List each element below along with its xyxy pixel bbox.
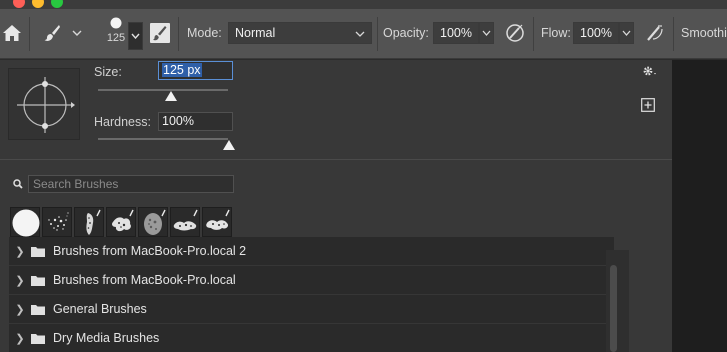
canvas-area [672,60,727,352]
size-slider-track[interactable] [98,89,228,91]
size-input[interactable]: 125 px [158,61,233,80]
folder-name: Dry Media Brushes [53,331,160,345]
chevron-right-icon[interactable]: ❯ [9,274,31,287]
toolbar-separator [377,17,378,51]
smoothing-label: Smoothi [681,26,727,40]
brush-angle-roundness-preview[interactable] [8,68,80,140]
chevron-down-icon [355,31,365,37]
hardness-input[interactable]: 100% [158,112,233,131]
new-preset-icon[interactable] [641,98,655,112]
folder-icon [31,304,45,315]
brush-preset-panel: Size: 125 px Hardness: 100% Search Brush… [0,60,672,352]
brush-size-readout: 125 [106,32,126,44]
toolbar-separator [673,17,674,51]
chevron-right-icon[interactable]: ❯ [9,303,31,316]
splatter-brush-preset-3[interactable] [202,207,232,237]
folder-icon [31,275,45,286]
list-scrollbar-thumb[interactable] [610,265,617,352]
window-titlebar [0,0,727,9]
blend-mode-value: Normal [235,26,276,40]
brush-preset-picker[interactable]: 125 [104,17,128,44]
minimize-window-button[interactable] [32,0,44,8]
brush-folder-list: ❯ Brushes from MacBook-Pro.local 2 ❯ Bru… [9,237,629,352]
airbrush-icon[interactable] [643,21,667,45]
brush-angle-icon [17,77,75,133]
folder-row[interactable]: ❯ Brushes from MacBook-Pro.local 2 [9,237,614,266]
hardness-label: Hardness: [94,115,151,129]
options-bar: 125 Mode: Normal Opacity: 100% Flow: 100… [0,9,727,59]
chevron-right-icon[interactable]: ❯ [9,332,31,345]
hardness-slider-track[interactable] [98,138,228,140]
splatter-brush-preset-2[interactable] [170,207,200,237]
toolbar-separator [533,17,534,51]
hardness-slider-thumb[interactable] [223,140,235,150]
brush-tool-icon[interactable] [40,21,64,45]
folder-row[interactable]: ❯ Dry Media Brushes [9,324,614,352]
folder-icon [31,333,45,344]
folder-row[interactable]: ❯ General Brushes [9,295,614,324]
spatter-brush-preset[interactable] [42,207,72,237]
search-icon [13,179,23,189]
flow-input[interactable]: 100% [573,22,619,44]
folder-icon [31,246,45,257]
chalk-brush-preset[interactable] [74,207,104,237]
hard-round-brush-preset[interactable] [10,207,40,237]
splatter-brush-preset[interactable] [106,207,136,237]
home-icon[interactable] [0,21,24,45]
textured-brush-preset[interactable] [138,207,168,237]
mode-label: Mode: [187,26,222,40]
folder-name: Brushes from MacBook-Pro.local [53,273,236,287]
folder-name: Brushes from MacBook-Pro.local 2 [53,244,247,258]
size-value: 125 px [162,63,202,77]
brush-tip-icon [110,17,122,29]
brush-settings-panel-icon[interactable] [148,21,172,45]
pressure-opacity-icon[interactable] [503,21,527,45]
toolbar-separator [178,17,179,51]
flow-label: Flow: [541,26,571,40]
blend-mode-select[interactable]: Normal [228,22,372,44]
opacity-label: Opacity: [383,26,429,40]
brush-preset-dropdown[interactable] [128,22,143,50]
folder-row[interactable]: ❯ Brushes from MacBook-Pro.local [9,266,614,295]
tool-preset-chevron-down-icon[interactable] [66,21,88,45]
folder-name: General Brushes [53,302,147,316]
close-window-button[interactable] [13,0,25,8]
toolbar-separator [29,17,30,51]
opacity-input[interactable]: 100% [433,22,479,44]
opacity-dropdown[interactable] [479,22,494,44]
size-slider-thumb[interactable] [165,91,177,101]
size-label: Size: [94,65,122,79]
chevron-right-icon[interactable]: ❯ [9,245,31,258]
zoom-window-button[interactable] [51,0,63,8]
panel-settings-gear-icon[interactable] [642,65,658,77]
flow-dropdown[interactable] [619,22,634,44]
search-brushes-input[interactable]: Search Brushes [28,175,234,193]
panel-divider [0,159,672,160]
